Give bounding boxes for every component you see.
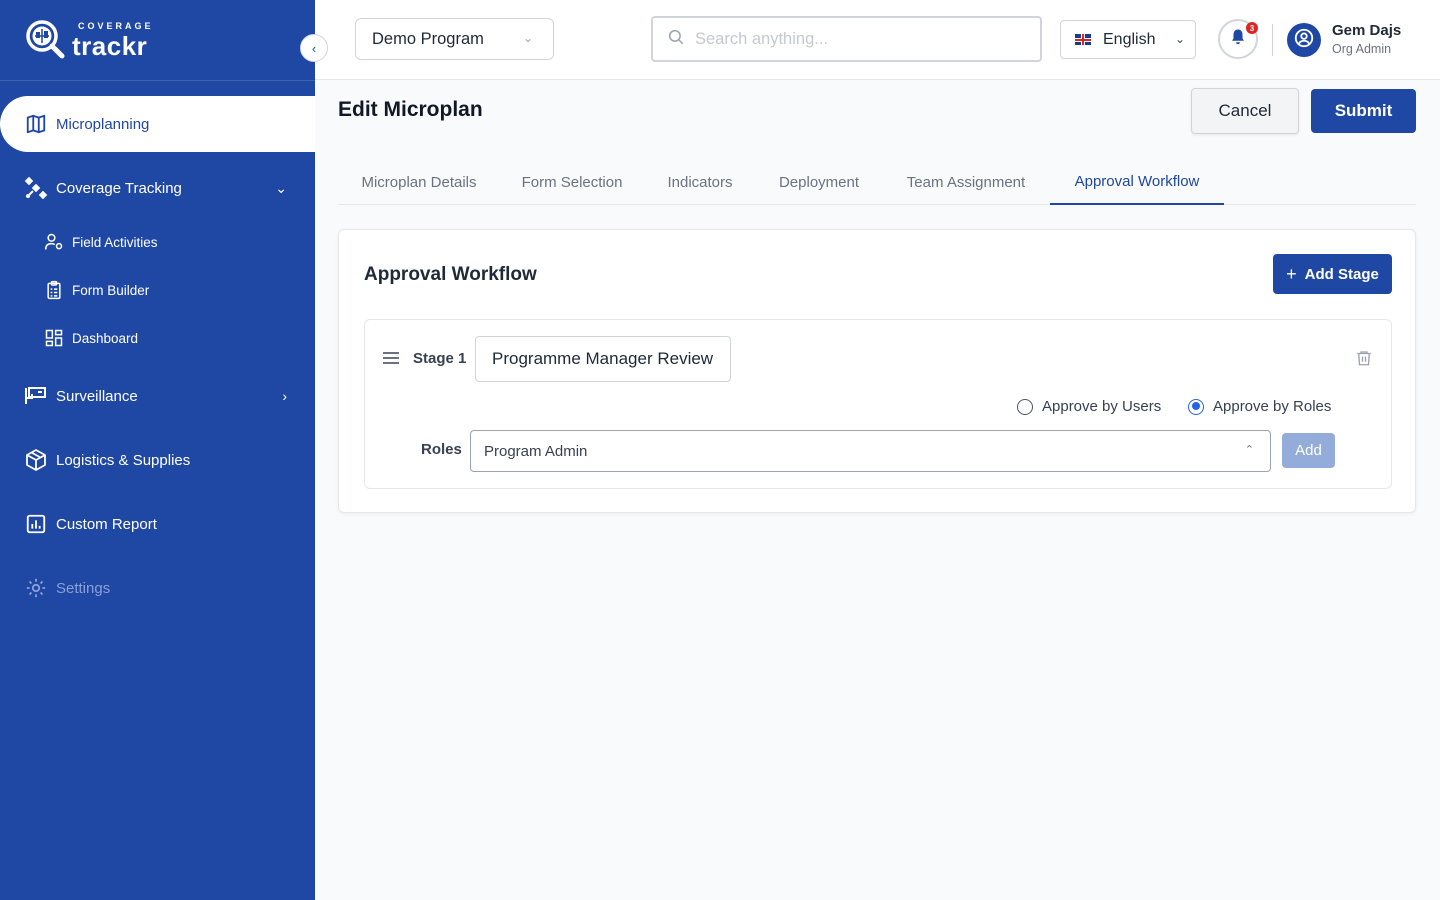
sidebar-item-logistics[interactable]: Logistics & Supplies	[0, 432, 315, 488]
roles-select-value: Program Admin	[484, 442, 588, 460]
tab-approval-workflow[interactable]: Approval Workflow	[1050, 160, 1224, 205]
sidebar-subitem-field-activities[interactable]: Field Activities	[0, 222, 315, 262]
sidebar-item-coverage-tracking[interactable]: Coverage Tracking ⌄	[0, 160, 315, 216]
search-icon	[667, 28, 685, 51]
dashboard-grid-icon	[44, 328, 64, 348]
sidebar: COVERAGE trackr Microplanning Coverage T…	[0, 0, 315, 900]
sidebar-divider	[0, 80, 315, 81]
package-icon	[24, 448, 48, 472]
roles-label: Roles	[421, 441, 462, 458]
tab-microplan-details[interactable]: Microplan Details	[338, 160, 500, 204]
trash-icon[interactable]	[1355, 348, 1375, 370]
user-role: Org Admin	[1332, 42, 1392, 56]
stage-label: Stage 1	[413, 350, 467, 367]
magnifier-globe-icon	[24, 18, 68, 62]
roles-select[interactable]: Program Admin ⌃	[470, 430, 1271, 472]
sidebar-item-label: Field Activities	[72, 234, 158, 250]
sidebar-item-label: Dashboard	[72, 330, 139, 346]
submit-button[interactable]: Submit	[1311, 89, 1416, 133]
sidebar-item-label: Form Builder	[72, 282, 150, 298]
chevron-down-icon: ⌄	[275, 179, 287, 196]
bar-chart-icon	[24, 512, 48, 536]
chevron-left-icon: ‹	[311, 40, 317, 56]
sidebar-item-surveillance[interactable]: Surveillance ›	[0, 368, 315, 424]
add-stage-label: Add Stage	[1304, 265, 1379, 283]
chevron-right-icon: ›	[282, 388, 287, 404]
notification-badge: 3	[1246, 22, 1258, 34]
radio-circle[interactable]	[1017, 398, 1033, 415]
add-role-button[interactable]: Add	[1282, 433, 1335, 468]
drag-handle-icon[interactable]	[383, 352, 399, 366]
cancel-button[interactable]: Cancel	[1191, 88, 1299, 134]
radio-label: Approve by Roles	[1213, 398, 1332, 415]
tab-bar: Microplan Details Form Selection Indicat…	[338, 160, 1416, 205]
radio-approve-by-users[interactable]: Approve by Users	[1017, 398, 1161, 415]
chevron-up-icon: ⌃	[1244, 444, 1254, 456]
add-stage-button[interactable]: + Add Stage	[1273, 254, 1392, 294]
uk-flag-icon	[1075, 34, 1091, 45]
stage-card: Stage 1 Approve by Users Approve by Role…	[364, 319, 1392, 489]
sidebar-item-label: Custom Report	[56, 515, 157, 533]
sidebar-item-label: Logistics & Supplies	[56, 451, 191, 469]
tab-form-selection[interactable]: Form Selection	[500, 160, 644, 204]
search-input[interactable]	[695, 29, 1015, 49]
header-divider	[1272, 24, 1273, 56]
brand-logo[interactable]: COVERAGE trackr	[24, 16, 184, 64]
sidebar-item-label: Coverage Tracking	[56, 179, 182, 197]
sidebar-subitem-form-builder[interactable]: Form Builder	[0, 270, 315, 310]
card-title: Approval Workflow	[364, 264, 537, 285]
user-name[interactable]: Gem Dajs	[1332, 22, 1401, 39]
program-select[interactable]: Demo Program ⌄	[355, 18, 554, 60]
stage-name-input[interactable]	[475, 336, 731, 382]
notifications-button[interactable]: 3	[1218, 19, 1258, 59]
map-icon	[24, 112, 48, 136]
language-value: English	[1103, 30, 1156, 48]
page-title: Edit Microplan	[338, 98, 483, 121]
radio-label: Approve by Users	[1042, 398, 1162, 415]
sidebar-item-label: Microplanning	[56, 115, 150, 133]
clipboard-icon	[44, 280, 64, 300]
sidebar-item-label: Settings	[56, 579, 111, 597]
plus-icon: +	[1286, 263, 1297, 284]
sidebar-subitem-dashboard[interactable]: Dashboard	[0, 318, 315, 358]
brand-name: trackr	[72, 30, 148, 61]
bell-icon	[1229, 27, 1247, 52]
brand-small-text: COVERAGE	[78, 20, 154, 31]
sidebar-item-microplanning[interactable]: Microplanning	[0, 96, 315, 152]
program-select-value: Demo Program	[372, 29, 484, 48]
top-header: Demo Program ⌄ English ⌄ 3 Gem Dajs Org …	[315, 0, 1440, 80]
tab-indicators[interactable]: Indicators	[644, 160, 756, 204]
tab-deployment[interactable]: Deployment	[756, 160, 882, 204]
chevron-down-icon: ⌄	[522, 31, 533, 45]
language-select[interactable]: English ⌄	[1060, 20, 1196, 59]
search-box[interactable]	[651, 16, 1042, 62]
radio-circle-checked[interactable]	[1188, 398, 1204, 415]
collapse-sidebar-button[interactable]: ‹	[300, 34, 328, 62]
chevron-down-icon: ⌄	[1174, 32, 1185, 46]
sidebar-item-settings[interactable]: Settings	[0, 560, 315, 616]
satellite-icon	[24, 176, 48, 200]
cctv-icon	[24, 384, 48, 408]
radio-approve-by-roles[interactable]: Approve by Roles	[1188, 398, 1331, 415]
tab-team-assignment[interactable]: Team Assignment	[882, 160, 1050, 204]
user-circle-icon	[1293, 27, 1315, 54]
avatar[interactable]	[1287, 23, 1321, 57]
user-gear-icon	[44, 232, 64, 252]
gear-icon	[24, 576, 48, 600]
sidebar-item-label: Surveillance	[56, 387, 138, 405]
approval-workflow-card: Approval Workflow + Add Stage Stage 1 Ap…	[338, 229, 1416, 513]
sidebar-item-custom-report[interactable]: Custom Report	[0, 496, 315, 552]
